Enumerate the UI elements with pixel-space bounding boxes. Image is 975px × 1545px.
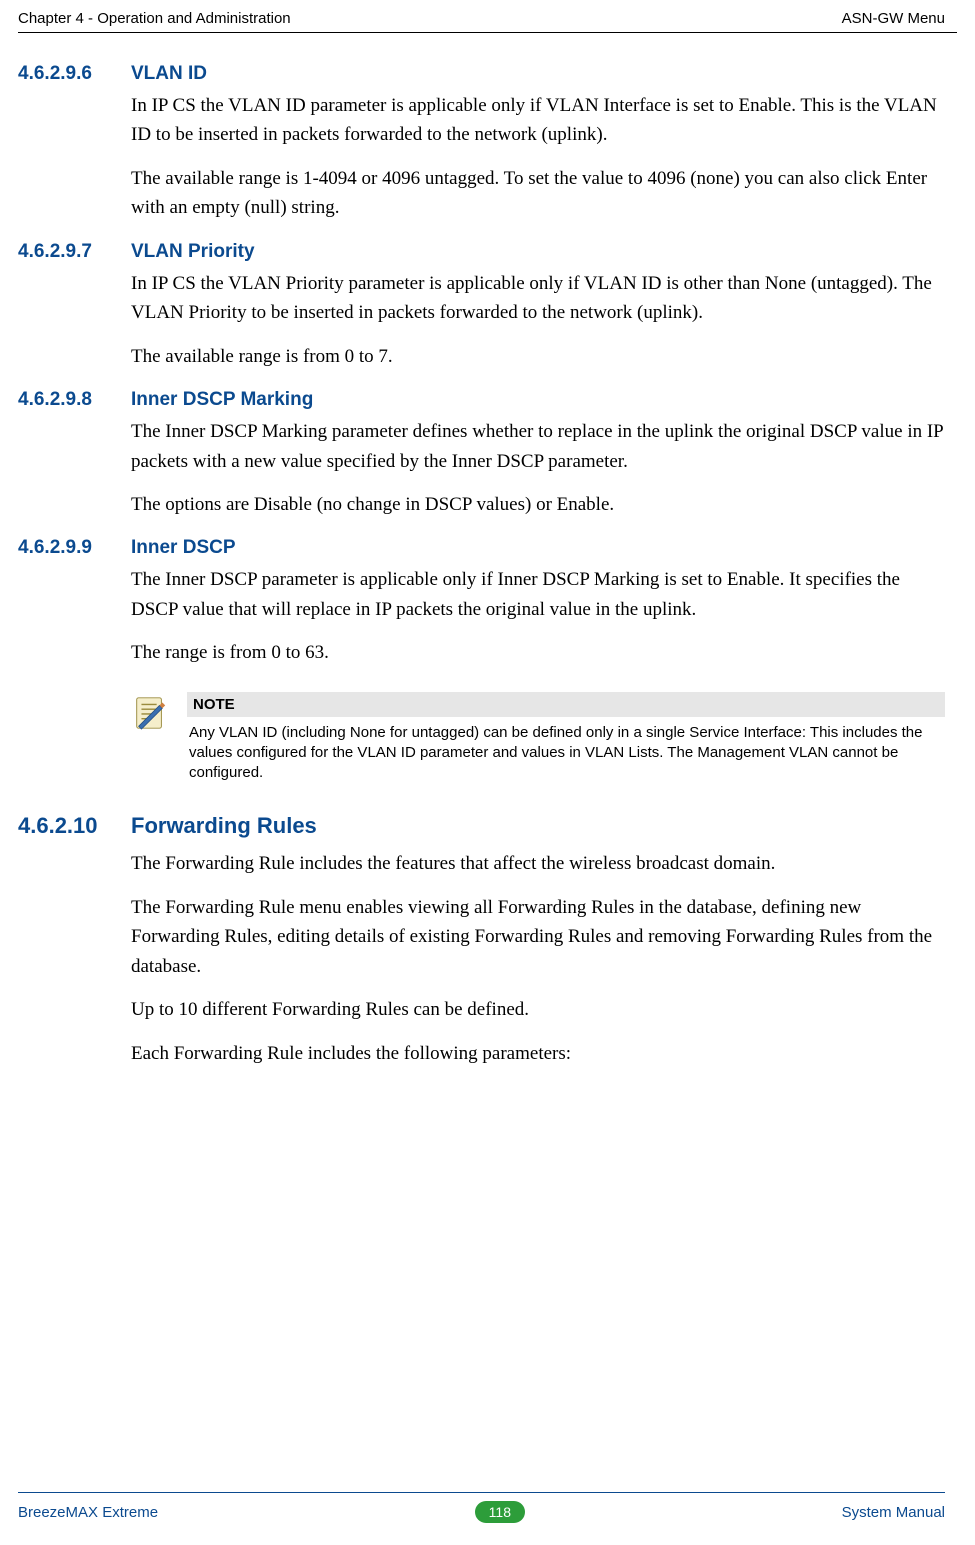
section-heading: 4.6.2.10 Forwarding Rules (18, 813, 945, 839)
footer-row: BreezeMAX Extreme 118 System Manual (18, 1501, 945, 1523)
note-header: NOTE (187, 692, 945, 717)
note-box: NOTE Any VLAN ID (including None for unt… (131, 692, 945, 784)
body-paragraph: The Forwarding Rule menu enables viewing… (131, 893, 945, 981)
footer-product: BreezeMAX Extreme (18, 1504, 158, 1521)
section-forwarding-rules: 4.6.2.10 Forwarding Rules The Forwarding… (18, 813, 945, 1068)
section-title: Forwarding Rules (131, 813, 317, 839)
body-paragraph: Up to 10 different Forwarding Rules can … (131, 995, 945, 1024)
section-title: Inner DSCP Marking (131, 389, 313, 411)
page-header: Chapter 4 - Operation and Administration… (0, 0, 975, 32)
header-chapter: Chapter 4 - Operation and Administration (18, 10, 291, 27)
body-paragraph: In IP CS the VLAN Priority parameter is … (131, 269, 945, 328)
note-content: NOTE Any VLAN ID (including None for unt… (187, 692, 945, 784)
body-paragraph: In IP CS the VLAN ID parameter is applic… (131, 91, 945, 150)
footer-manual: System Manual (842, 1504, 945, 1521)
section-number: 4.6.2.9.7 (18, 241, 131, 263)
note-body: Any VLAN ID (including None for untagged… (187, 717, 945, 784)
section-title: VLAN Priority (131, 241, 255, 263)
body-paragraph: The options are Disable (no change in DS… (131, 490, 945, 519)
body-paragraph: The available range is 1-4094 or 4096 un… (131, 164, 945, 223)
section-heading: 4.6.2.9.8 Inner DSCP Marking (18, 389, 945, 411)
body-paragraph: The range is from 0 to 63. (131, 638, 945, 667)
section-vlan-id: 4.6.2.9.6 VLAN ID In IP CS the VLAN ID p… (18, 63, 945, 223)
page-number-badge: 118 (475, 1501, 525, 1523)
section-number: 4.6.2.10 (18, 813, 131, 839)
section-heading: 4.6.2.9.7 VLAN Priority (18, 241, 945, 263)
section-inner-dscp-marking: 4.6.2.9.8 Inner DSCP Marking The Inner D… (18, 389, 945, 519)
page-footer: BreezeMAX Extreme 118 System Manual (0, 1492, 975, 1545)
body-paragraph: The Forwarding Rule includes the feature… (131, 849, 945, 878)
note-icon (131, 694, 169, 737)
section-number: 4.6.2.9.8 (18, 389, 131, 411)
body-paragraph: The available range is from 0 to 7. (131, 342, 945, 371)
header-menu: ASN-GW Menu (842, 10, 945, 27)
section-heading: 4.6.2.9.9 Inner DSCP (18, 537, 945, 559)
body-paragraph: The Inner DSCP parameter is applicable o… (131, 565, 945, 624)
section-inner-dscp: 4.6.2.9.9 Inner DSCP The Inner DSCP para… (18, 537, 945, 667)
body-paragraph: The Inner DSCP Marking parameter defines… (131, 417, 945, 476)
section-title: Inner DSCP (131, 537, 236, 559)
page-content: 4.6.2.9.6 VLAN ID In IP CS the VLAN ID p… (0, 33, 975, 1068)
section-vlan-priority: 4.6.2.9.7 VLAN Priority In IP CS the VLA… (18, 241, 945, 371)
section-heading: 4.6.2.9.6 VLAN ID (18, 63, 945, 85)
footer-divider (18, 1492, 945, 1493)
section-number: 4.6.2.9.9 (18, 537, 131, 559)
body-paragraph: Each Forwarding Rule includes the follow… (131, 1039, 945, 1068)
section-title: VLAN ID (131, 63, 207, 85)
section-number: 4.6.2.9.6 (18, 63, 131, 85)
